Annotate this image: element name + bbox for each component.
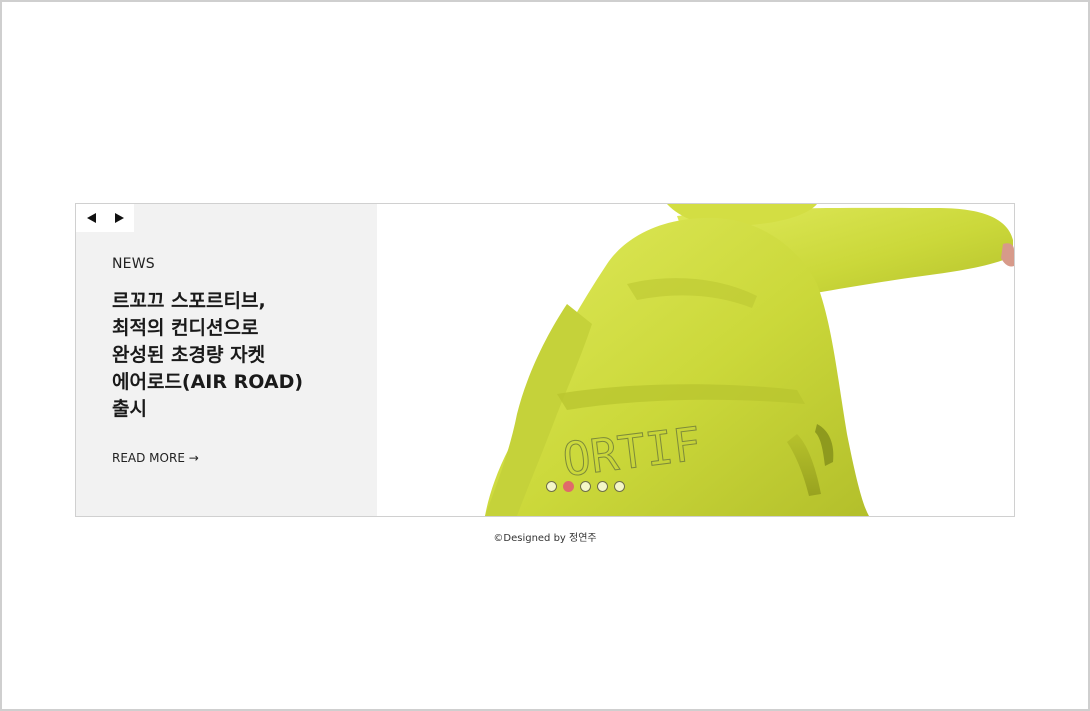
pagination-dot[interactable] — [546, 481, 557, 492]
headline-line: 르꼬끄 스포르티브, — [112, 290, 266, 312]
headline-line: 최적의 컨디션으로 — [112, 317, 259, 339]
pagination-dot[interactable] — [614, 481, 625, 492]
pagination-dot-active[interactable] — [563, 481, 574, 492]
slide-pagination — [546, 481, 625, 492]
headline-line: 완성된 초경량 자켓 — [112, 344, 266, 366]
pagination-dot[interactable] — [597, 481, 608, 492]
slide-image: ORTIF — [377, 204, 1014, 516]
news-category-label: NEWS — [112, 256, 155, 272]
headline-line: 에어로드(AIR ROAD) — [112, 371, 304, 393]
news-slider: NEWS 르꼬끄 스포르티브, 최적의 컨디션으로 완성된 초경량 자켓 에어로… — [75, 203, 1015, 517]
news-text-panel: NEWS 르꼬끄 스포르티브, 최적의 컨디션으로 완성된 초경량 자켓 에어로… — [76, 204, 377, 516]
designer-credit: ©Designed by 정연주 — [493, 533, 597, 544]
read-more-link[interactable]: READ MORE → — [112, 451, 199, 465]
headline-line: 출시 — [112, 398, 147, 420]
slider-arrows — [76, 204, 134, 232]
jacket-photo: ORTIF — [485, 204, 1014, 516]
next-slide-button[interactable] — [108, 207, 130, 229]
triangle-right-icon — [114, 213, 124, 223]
page-frame: NEWS 르꼬끄 스포르티브, 최적의 컨디션으로 완성된 초경량 자켓 에어로… — [0, 0, 1090, 711]
prev-slide-button[interactable] — [81, 207, 103, 229]
triangle-left-icon — [86, 213, 96, 223]
pagination-dot[interactable] — [580, 481, 591, 492]
news-headline: 르꼬끄 스포르티브, 최적의 컨디션으로 완성된 초경량 자켓 에어로드(AIR… — [112, 288, 362, 423]
